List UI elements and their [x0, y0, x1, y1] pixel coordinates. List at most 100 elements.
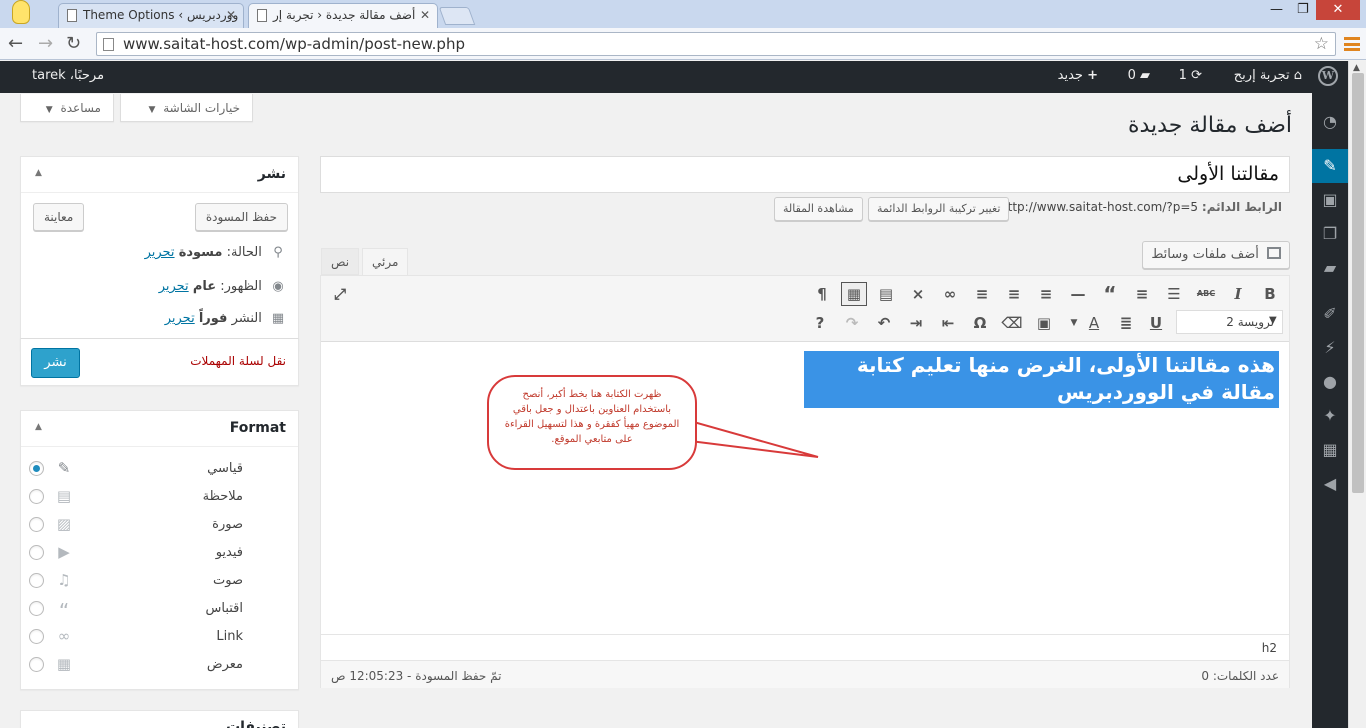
format-radio[interactable] — [29, 573, 44, 588]
read-more-icon[interactable]: ▤ — [875, 283, 897, 305]
selected-heading-text[interactable]: هذه مقالتنا الأولى، الغرض منها تعليم كتا… — [804, 351, 1279, 408]
back-icon[interactable]: ← — [8, 33, 23, 54]
browser-tab-new-post[interactable]: أضف مقالة جديدة ‹ تجربة إر ✕ — [248, 3, 438, 28]
remove-link-icon[interactable]: ⨯ — [907, 283, 929, 305]
categories-box-header[interactable]: تصنيفات — [21, 711, 298, 728]
tab-visual[interactable]: مرئي — [362, 248, 409, 276]
format-radio[interactable] — [29, 657, 44, 672]
chevron-down-icon[interactable]: ▼ — [1063, 312, 1085, 334]
comments-icon[interactable]: ▰ — [1312, 251, 1348, 285]
align-right-icon[interactable]: ≡ — [971, 283, 993, 305]
reload-icon[interactable]: ↻ — [66, 33, 81, 54]
editor-content-area[interactable]: هذه مقالتنا الأولى، الغرض منها تعليم كتا… — [321, 343, 1289, 633]
toolbar-toggle-icon[interactable]: ▦ — [841, 282, 867, 306]
bookmark-star-icon[interactable]: ☆ — [1314, 34, 1329, 54]
posts-pin-icon[interactable]: ✎ — [1312, 149, 1348, 183]
media-icon[interactable]: ▣ — [1312, 183, 1348, 217]
preview-button[interactable]: معاينة — [33, 203, 85, 231]
format-radio[interactable] — [29, 517, 44, 532]
publish-button[interactable]: نشر — [31, 348, 80, 378]
close-icon[interactable]: ✕ — [420, 8, 430, 22]
users-icon[interactable]: ● — [1312, 365, 1348, 399]
format-option-standard[interactable]: ✎ قياسي — [21, 455, 298, 483]
horizontal-line-icon[interactable]: — — [1067, 283, 1089, 305]
format-option-gallery[interactable]: ▦ معرض — [21, 651, 298, 679]
format-option-aside[interactable]: ▤ ملاحظة — [21, 483, 298, 511]
justify-icon[interactable]: ≣ — [1115, 312, 1137, 334]
post-title-input[interactable]: مقالتنا الأولى — [320, 156, 1290, 193]
admin-bar-site[interactable]: ⌂ تجربة إربح — [1234, 68, 1302, 83]
wordpress-logo-icon[interactable]: W — [1318, 66, 1338, 86]
new-tab-button[interactable] — [438, 7, 476, 25]
help-button[interactable]: مساعدة ▼ — [20, 94, 114, 122]
minimize-icon[interactable]: — — [1270, 2, 1283, 17]
paste-text-icon[interactable]: ▣ — [1033, 312, 1055, 334]
numbered-list-icon[interactable]: ≡ — [1131, 283, 1153, 305]
admin-bar-account[interactable]: مرحبًا، tarek — [32, 68, 104, 83]
italic-icon[interactable]: I — [1227, 283, 1249, 305]
tab-text[interactable]: نص — [321, 248, 360, 275]
format-radio[interactable] — [29, 629, 44, 644]
page-scrollbar[interactable]: ▲ — [1348, 61, 1366, 728]
outdent-icon[interactable]: ⇤ — [937, 312, 959, 334]
permalink-url[interactable]: http://www.saitat-host.com/?p=5 — [1000, 200, 1198, 214]
admin-bar-new[interactable]: + جديد — [1058, 68, 1098, 83]
paragraph-direction-icon[interactable]: ¶ — [811, 283, 833, 305]
clear-formatting-icon[interactable]: ⌫ — [1001, 312, 1023, 334]
align-center-icon[interactable]: ≡ — [1003, 283, 1025, 305]
underline-icon[interactable]: U — [1145, 312, 1167, 334]
element-path[interactable]: h2 — [1262, 641, 1277, 655]
bold-icon[interactable]: B — [1259, 283, 1281, 305]
address-bar[interactable]: www.saitat-host.com/wp-admin/post-new.ph… — [96, 32, 1336, 56]
format-radio[interactable] — [29, 461, 44, 476]
edit-visibility-link[interactable]: تحرير — [159, 279, 189, 294]
toggle-arrow-icon[interactable]: ▲ — [35, 422, 42, 432]
window-close-button[interactable]: ✕ — [1316, 0, 1360, 20]
help-icon[interactable]: ? — [809, 312, 831, 334]
close-icon[interactable]: ✕ — [226, 8, 236, 22]
change-permalinks-button[interactable]: تغيير تركيبة الروابط الدائمة — [868, 197, 1010, 221]
add-media-button[interactable]: أضف ملفات وسائط — [1142, 241, 1290, 269]
undo-icon[interactable]: ↶ — [873, 312, 895, 334]
text-color-icon[interactable]: A — [1083, 312, 1105, 334]
admin-bar-updates[interactable]: ⟳ 1 — [1179, 68, 1202, 83]
dashboard-icon[interactable]: ◔ — [1312, 105, 1348, 139]
save-draft-button[interactable]: حفظ المسودة — [194, 203, 288, 231]
view-post-button[interactable]: مشاهدة المقالة — [774, 197, 863, 221]
scrollbar-thumb[interactable] — [1352, 73, 1364, 493]
special-character-icon[interactable]: Ω — [969, 312, 991, 334]
bullet-list-icon[interactable]: ☰ — [1163, 283, 1185, 305]
appearance-icon[interactable]: ✐ — [1312, 297, 1348, 331]
edit-status-link[interactable]: تحرير — [145, 245, 175, 260]
format-radio[interactable] — [29, 489, 44, 504]
redo-icon[interactable]: ↷ — [841, 312, 863, 334]
strikethrough-icon[interactable]: ABC — [1195, 283, 1217, 305]
format-box-header[interactable]: Format ▲ — [21, 411, 298, 447]
tools-icon[interactable]: ✦ — [1312, 399, 1348, 433]
settings-icon[interactable]: ▦ — [1312, 433, 1348, 467]
publish-box-header[interactable]: نشر ▲ — [21, 157, 298, 193]
admin-bar-comments[interactable]: ▰ 0 — [1128, 68, 1150, 83]
toggle-arrow-icon[interactable]: ▲ — [35, 168, 42, 178]
browser-menu-icon[interactable] — [1344, 37, 1360, 51]
insert-link-icon[interactable]: ∞ — [939, 283, 961, 305]
format-option-link[interactable]: ∞ Link — [21, 623, 298, 651]
format-radio[interactable] — [29, 545, 44, 560]
forward-icon[interactable]: → — [38, 33, 53, 54]
format-option-video[interactable]: ▶ فيديو — [21, 539, 298, 567]
align-left-icon[interactable]: ≡ — [1035, 283, 1057, 305]
collapse-menu-icon[interactable]: ◀ — [1312, 467, 1348, 501]
fullscreen-icon[interactable]: ⤢ — [329, 283, 351, 305]
edit-publish-time-link[interactable]: تحرير — [165, 311, 195, 326]
format-option-quote[interactable]: “ اقتباس — [21, 595, 298, 623]
indent-icon[interactable]: ⇥ — [905, 312, 927, 334]
pages-icon[interactable]: ❐ — [1312, 217, 1348, 251]
move-to-trash-link[interactable]: نقل لسلة المهملات — [190, 354, 286, 368]
browser-tab-theme-options[interactable]: Theme Options ‹ ووردبريس ✕ — [58, 3, 244, 28]
blockquote-icon[interactable]: “ — [1099, 283, 1121, 305]
scroll-up-icon[interactable]: ▲ — [1353, 63, 1360, 73]
format-radio[interactable] — [29, 601, 44, 616]
format-select[interactable]: ترويسة 2 ▼ — [1176, 310, 1283, 334]
restore-icon[interactable]: ❐ — [1297, 2, 1309, 17]
plugins-icon[interactable]: ⚡ — [1312, 331, 1348, 365]
